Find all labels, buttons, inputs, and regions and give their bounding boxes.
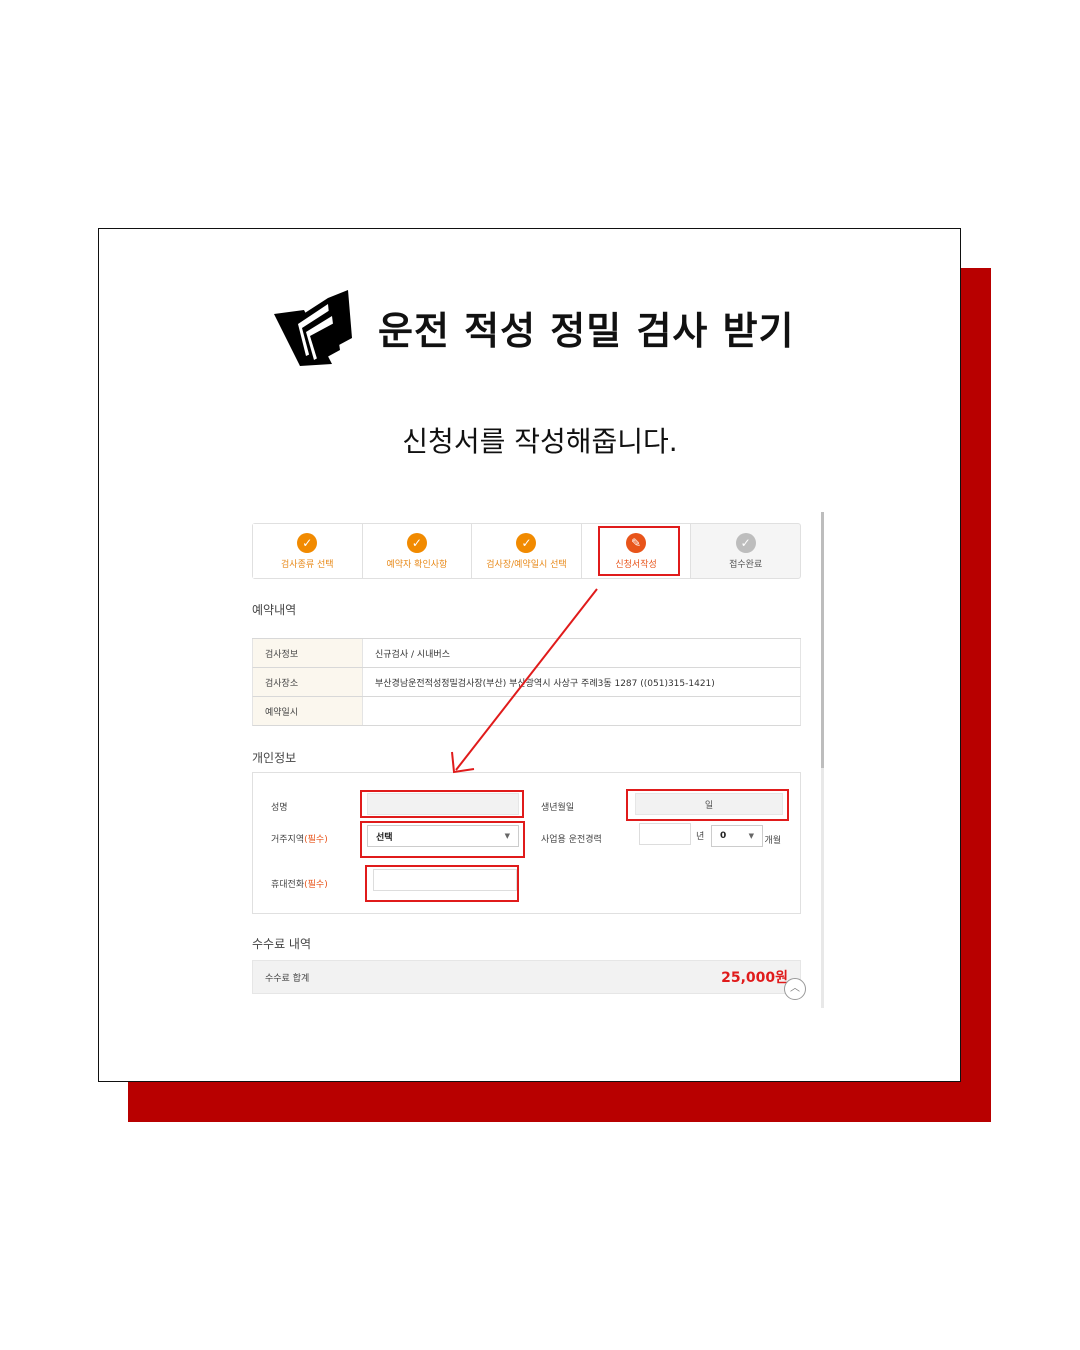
- table-value: [363, 697, 800, 725]
- form-screenshot: ✓ 검사종류 선택 ✓ 예약자 확인사항 ✓ 검사장/예약일시 선택 ✎ 신청서…: [246, 508, 826, 1008]
- check-icon: ✓: [297, 532, 318, 553]
- folder-icon: [274, 290, 352, 366]
- table-row: 검사장소 부산경남운전적성정밀검사장(부산) 부산광역시 사상구 주례3동 12…: [252, 668, 801, 697]
- table-value: 부산경남운전적성정밀검사장(부산) 부산광역시 사상구 주례3동 1287 ((…: [375, 678, 715, 689]
- headline-title: 운전 적성 정밀 검사 받기: [378, 308, 795, 353]
- highlight-name: [360, 790, 524, 818]
- reservation-title: 예약내역: [252, 603, 297, 617]
- highlight-birth: [626, 789, 789, 821]
- scroll-top-button[interactable]: ︿: [784, 978, 806, 1000]
- fee-total-value: 25,000원: [721, 970, 788, 986]
- step-label: 검사장/예약일시 선택: [486, 559, 567, 570]
- career-label: 사업용 운전경력: [541, 835, 602, 845]
- personal-title: 개인정보: [252, 751, 297, 765]
- check-icon: ✓: [406, 532, 427, 553]
- step-label: 검사종류 선택: [281, 559, 334, 570]
- highlight-current-step: [598, 526, 680, 576]
- check-icon: ✓: [735, 532, 756, 553]
- headline: 운전 적성 정밀 검사 받기: [270, 282, 795, 372]
- step-exam-type[interactable]: ✓ 검사종류 선택: [253, 524, 362, 578]
- fees-title: 수수료 내역: [252, 937, 312, 951]
- progress-steps: ✓ 검사종류 선택 ✓ 예약자 확인사항 ✓ 검사장/예약일시 선택 ✎ 신청서…: [252, 523, 801, 579]
- step-applicant-check[interactable]: ✓ 예약자 확인사항: [361, 524, 472, 578]
- birth-label: 생년월일: [541, 803, 575, 813]
- name-label: 성명: [271, 803, 288, 813]
- table-key: 예약일시: [253, 697, 363, 725]
- step-label: 예약자 확인사항: [386, 559, 448, 570]
- table-key: 검사장소: [253, 668, 363, 696]
- career-month-unit: 개월: [764, 836, 781, 846]
- table-key: 검사정보: [253, 639, 363, 667]
- scrollbar-thumb[interactable]: [821, 512, 824, 768]
- highlight-region: [360, 821, 525, 858]
- reservation-table: 검사정보 신규검사 / 시내버스 검사장소 부산경남운전적성정밀검사장(부산) …: [252, 638, 801, 726]
- subheading: 신청서를 작성해줍니다.: [402, 425, 678, 458]
- check-icon: ✓: [516, 532, 537, 553]
- step-label: 접수완료: [729, 559, 763, 570]
- step-complete[interactable]: ✓ 접수완료: [690, 524, 800, 578]
- region-label: 거주지역(필수): [271, 835, 328, 845]
- highlight-phone: [365, 865, 519, 902]
- phone-label: 휴대전화(필수): [271, 880, 328, 890]
- table-row: 예약일시: [252, 697, 801, 726]
- step-venue-datetime[interactable]: ✓ 검사장/예약일시 선택: [471, 524, 581, 578]
- table-row: 검사정보 신규검사 / 시내버스: [252, 639, 801, 668]
- table-value: 신규검사 / 시내버스: [375, 649, 450, 660]
- fee-total-bar: 수수료 합계 25,000원: [252, 960, 801, 994]
- fee-total-label: 수수료 합계: [265, 973, 310, 984]
